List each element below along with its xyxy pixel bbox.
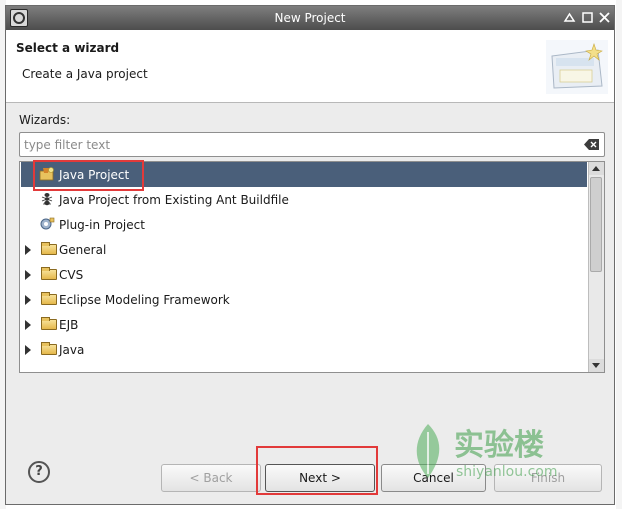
- folder-icon: [41, 342, 57, 355]
- back-button[interactable]: < Back: [161, 464, 261, 492]
- highlight-java-project: [33, 160, 144, 191]
- folder-icon: [41, 292, 57, 305]
- maximize-icon[interactable]: [580, 10, 595, 25]
- expand-arrow-icon[interactable]: [25, 295, 31, 305]
- ant-icon: [41, 193, 53, 206]
- wizards-label: Wizards:: [19, 113, 71, 127]
- expand-arrow-icon[interactable]: [25, 245, 31, 255]
- tree-item-cvs[interactable]: CVS: [21, 262, 587, 287]
- tree-item-label: Java Project from Existing Ant Buildfile: [59, 193, 289, 207]
- expand-arrow-icon[interactable]: [25, 345, 31, 355]
- help-icon[interactable]: ?: [28, 461, 50, 483]
- tree-item-label: Eclipse Modeling Framework: [59, 293, 230, 307]
- expand-arrow-icon[interactable]: [25, 270, 31, 280]
- close-icon[interactable]: [597, 10, 612, 25]
- tree-item-label: Plug-in Project: [59, 218, 145, 232]
- watermark-subtext: shiyanlou.com: [456, 464, 558, 480]
- plugin-icon: [40, 217, 55, 230]
- clear-filter-icon[interactable]: [584, 138, 600, 151]
- wizard-header: Select a wizard Create a Java project: [6, 30, 614, 103]
- wizard-banner-icon: [546, 40, 608, 94]
- background-edge-right: [616, 0, 622, 509]
- folder-icon: [41, 317, 57, 330]
- tree-item-label: CVS: [59, 268, 84, 282]
- expand-arrow-icon[interactable]: [25, 320, 31, 330]
- highlight-next-button: [256, 446, 378, 495]
- tree-item-label: General: [59, 243, 107, 257]
- scroll-up-icon[interactable]: [589, 162, 604, 175]
- window-title: New Project: [274, 11, 346, 25]
- wizard-tree: Java Project Java Project from Existing …: [19, 161, 605, 373]
- tree-item-label: EJB: [59, 318, 79, 332]
- filter-box: [19, 132, 605, 157]
- tree-item-label: Java: [59, 343, 85, 357]
- scroll-down-icon[interactable]: [589, 359, 604, 372]
- header-description: Create a Java project: [22, 67, 148, 81]
- tree-item-general[interactable]: General: [21, 237, 587, 262]
- scroll-thumb[interactable]: [590, 177, 602, 272]
- tree-scrollbar[interactable]: [588, 162, 604, 372]
- minimize-icon[interactable]: [562, 10, 577, 25]
- watermark-logo-icon: [416, 424, 440, 478]
- folder-icon: [41, 242, 57, 255]
- header-title: Select a wizard: [16, 41, 120, 55]
- title-bar: New Project: [6, 6, 614, 30]
- tree-item-ejb[interactable]: EJB: [21, 312, 587, 337]
- shiyanlou-watermark: 实验楼 shiyanlou.com: [408, 418, 588, 492]
- tree-item-emf[interactable]: Eclipse Modeling Framework: [21, 287, 587, 312]
- folder-icon: [41, 267, 57, 280]
- watermark-text: 实验楼: [454, 428, 544, 463]
- tree-item-java[interactable]: Java: [21, 337, 587, 362]
- filter-input[interactable]: [24, 136, 574, 153]
- tree-item-plugin-project[interactable]: Plug-in Project: [21, 212, 587, 237]
